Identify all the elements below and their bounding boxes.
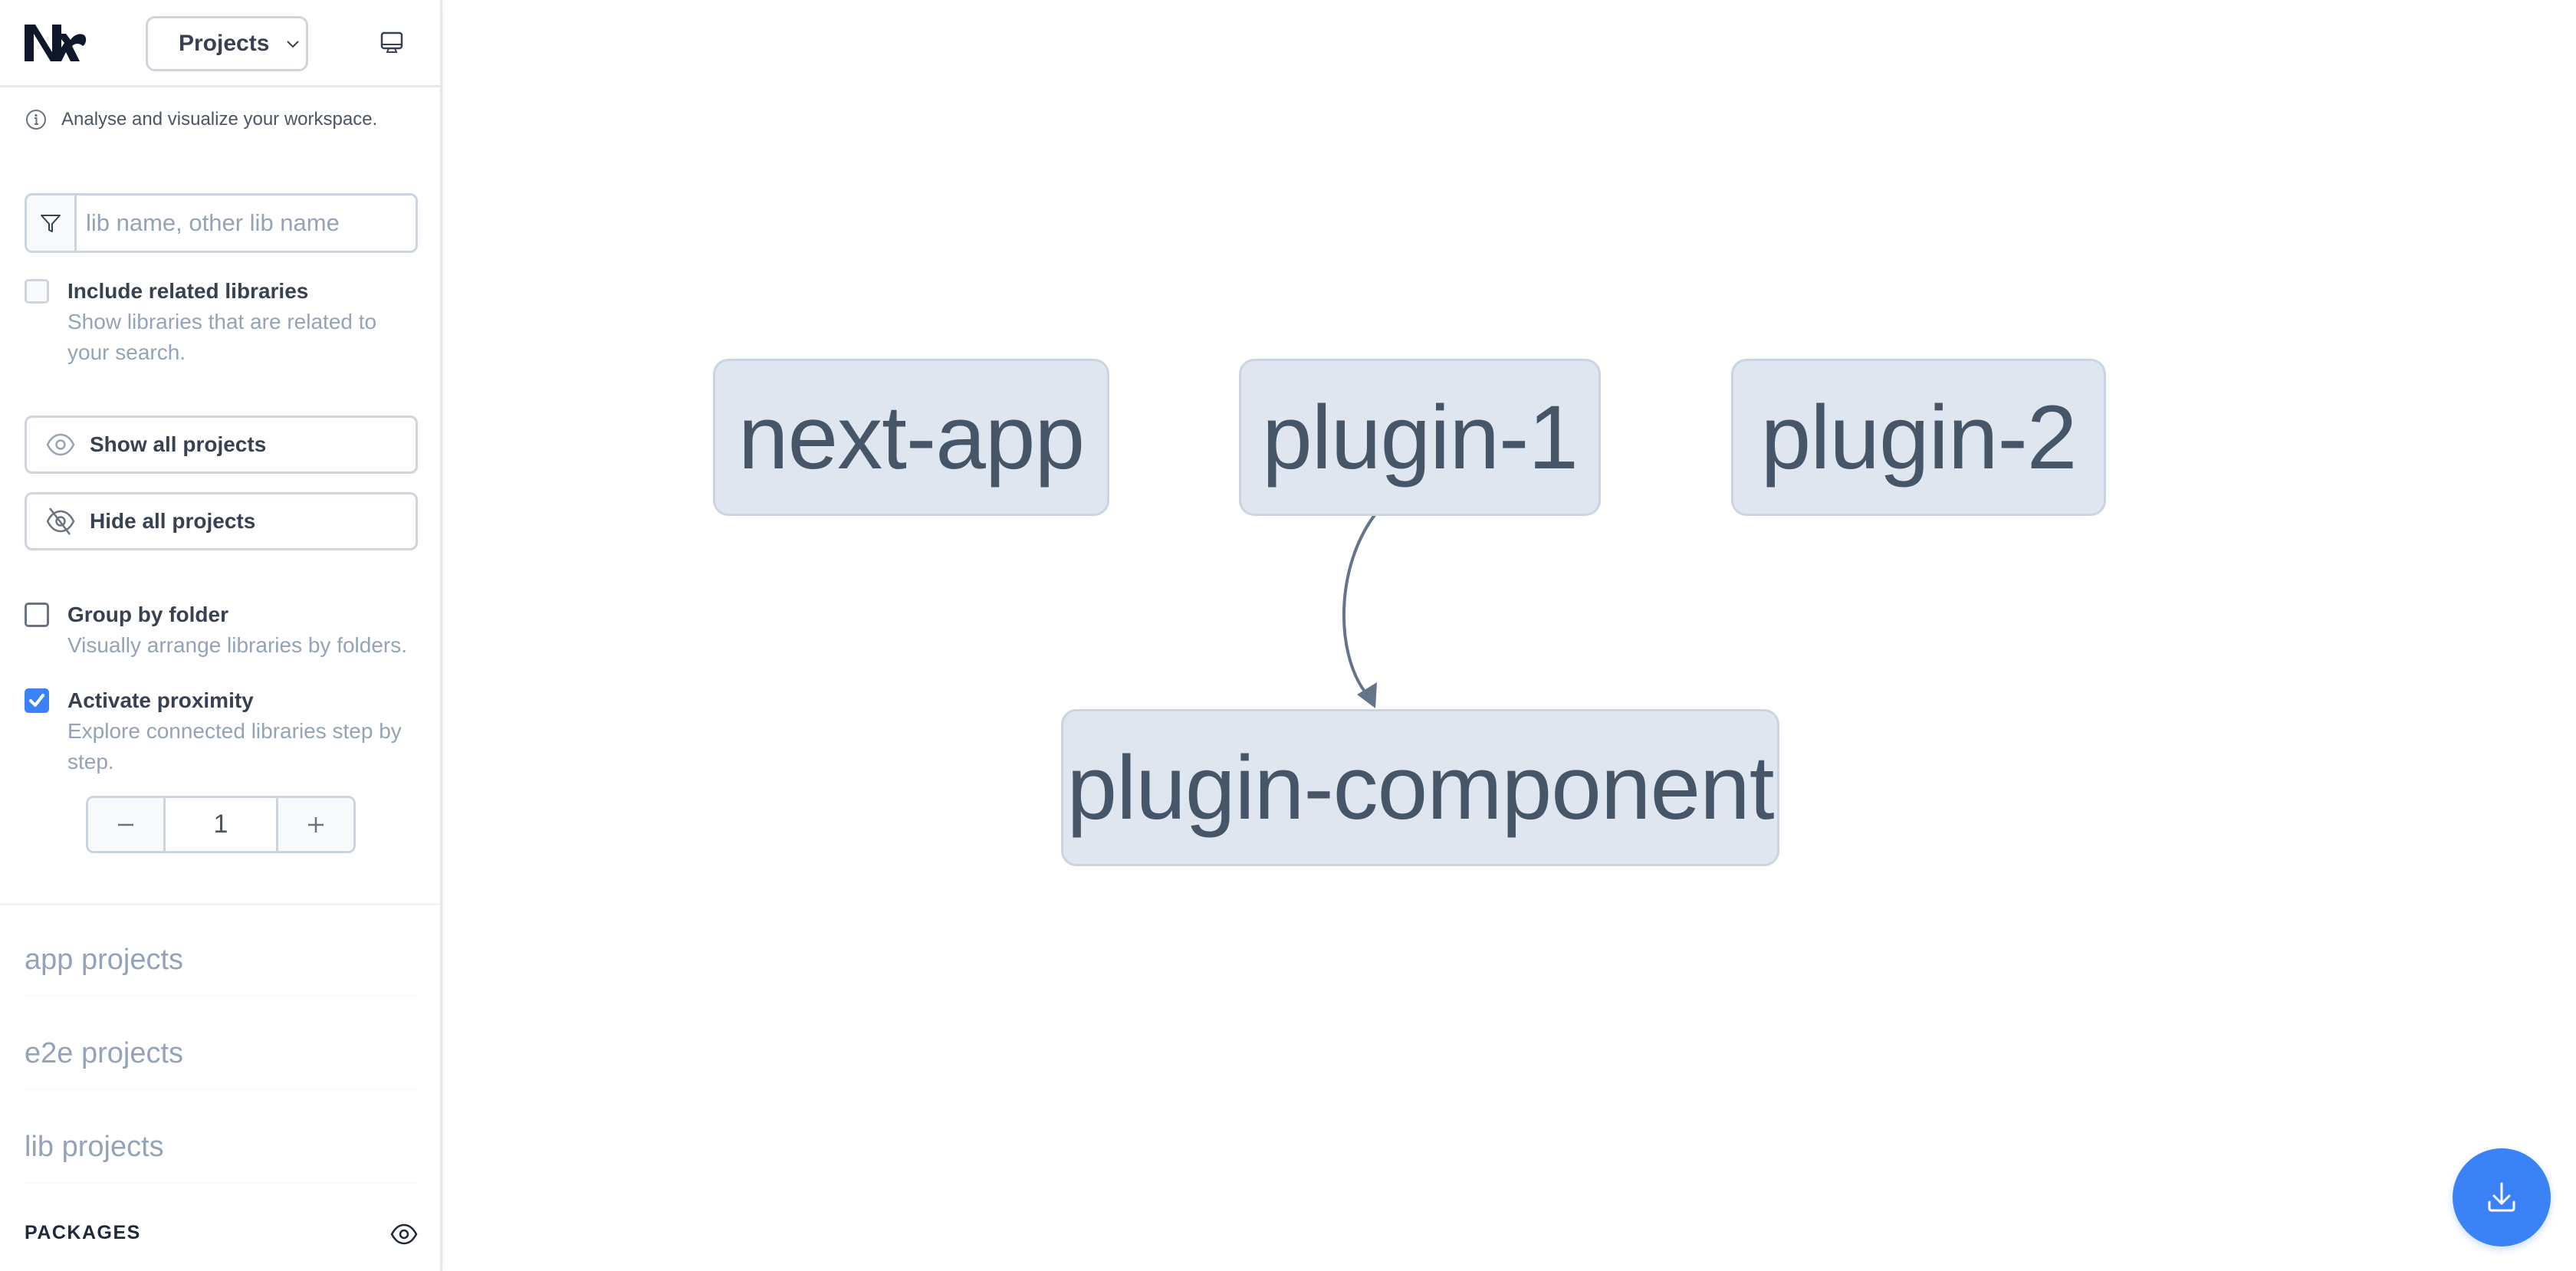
node-label: plugin-2 <box>1760 386 2078 488</box>
node-label: plugin-1 <box>1262 386 1579 488</box>
sidebar-header: Projects <box>0 0 440 87</box>
info-icon <box>26 110 46 130</box>
group-by-folder-title: Group by folder <box>67 603 228 626</box>
info-note: Analyse and visualize your workspace. <box>25 106 377 133</box>
graph-node-plugin-1[interactable]: plugin-1 <box>1239 359 1601 516</box>
graph-node-plugin-component[interactable]: plugin-component <box>1061 709 1779 866</box>
group-by-folder-description: Visually arrange libraries by folders. <box>67 633 408 657</box>
monitor-icon[interactable] <box>380 31 404 55</box>
project-group-app: app projects <box>25 920 418 997</box>
proximity-option: Activate proximity Explore connected lib… <box>25 685 412 777</box>
packages-label: PACKAGES <box>25 1222 141 1243</box>
group-by-folder-option: Group by folder Visually arrange librari… <box>25 599 412 661</box>
proximity-title: Activate proximity <box>67 688 254 712</box>
node-label: next-app <box>738 386 1085 488</box>
node-label: plugin-component <box>1066 737 1774 839</box>
proximity-description: Explore connected libraries step by step… <box>67 719 402 773</box>
filter-icon-segment <box>27 195 77 251</box>
eye-icon[interactable] <box>390 1220 418 1248</box>
increment-button[interactable] <box>278 798 353 851</box>
graph-node-next-app[interactable]: next-app <box>713 359 1109 516</box>
minus-icon <box>118 823 133 826</box>
hide-all-projects-button[interactable]: Hide all projects <box>25 492 418 550</box>
proximity-value[interactable]: 1 <box>163 798 278 851</box>
include-related-option: Include related libraries Show libraries… <box>25 276 412 368</box>
graph-canvas[interactable] <box>445 0 2576 1271</box>
section-divider <box>0 903 440 905</box>
filter-input-group <box>25 193 418 253</box>
show-all-projects-button[interactable]: Show all projects <box>25 415 418 474</box>
decrement-button[interactable] <box>88 798 163 851</box>
project-group-title: lib projects <box>25 1131 164 1163</box>
eye-icon <box>46 433 75 456</box>
view-select-label: Projects <box>179 31 270 56</box>
hide-all-projects-label: Hide all projects <box>90 509 256 533</box>
chevron-down-icon <box>287 41 299 48</box>
graph-node-plugin-2[interactable]: plugin-2 <box>1731 359 2106 516</box>
project-group-title: e2e projects <box>25 1037 184 1069</box>
nx-logo-icon <box>25 25 87 61</box>
proximity-stepper: 1 <box>86 796 356 853</box>
info-text: Analyse and visualize your workspace. <box>61 109 378 130</box>
project-group-title: app projects <box>25 944 184 976</box>
project-group-e2e: e2e projects <box>25 1013 418 1090</box>
show-all-projects-label: Show all projects <box>90 432 267 456</box>
view-select[interactable]: Projects <box>146 16 308 71</box>
sidebar: Projects Analyse and visualize your work… <box>0 0 442 1271</box>
plus-icon <box>308 816 324 833</box>
include-related-checkbox[interactable] <box>25 279 49 304</box>
funnel-icon <box>41 215 61 232</box>
packages-section-header: PACKAGES <box>25 1219 418 1250</box>
download-icon <box>2488 1182 2515 1212</box>
group-by-folder-checkbox[interactable] <box>25 603 49 627</box>
proximity-checkbox[interactable] <box>25 688 49 713</box>
download-button[interactable] <box>2453 1148 2551 1246</box>
checkmark-icon <box>29 694 44 707</box>
include-related-title: Include related libraries <box>67 279 309 303</box>
eye-slash-icon <box>46 507 75 535</box>
include-related-description: Show libraries that are related to your … <box>67 310 377 364</box>
filter-input[interactable] <box>77 195 416 251</box>
project-group-lib: lib projects <box>25 1107 418 1184</box>
